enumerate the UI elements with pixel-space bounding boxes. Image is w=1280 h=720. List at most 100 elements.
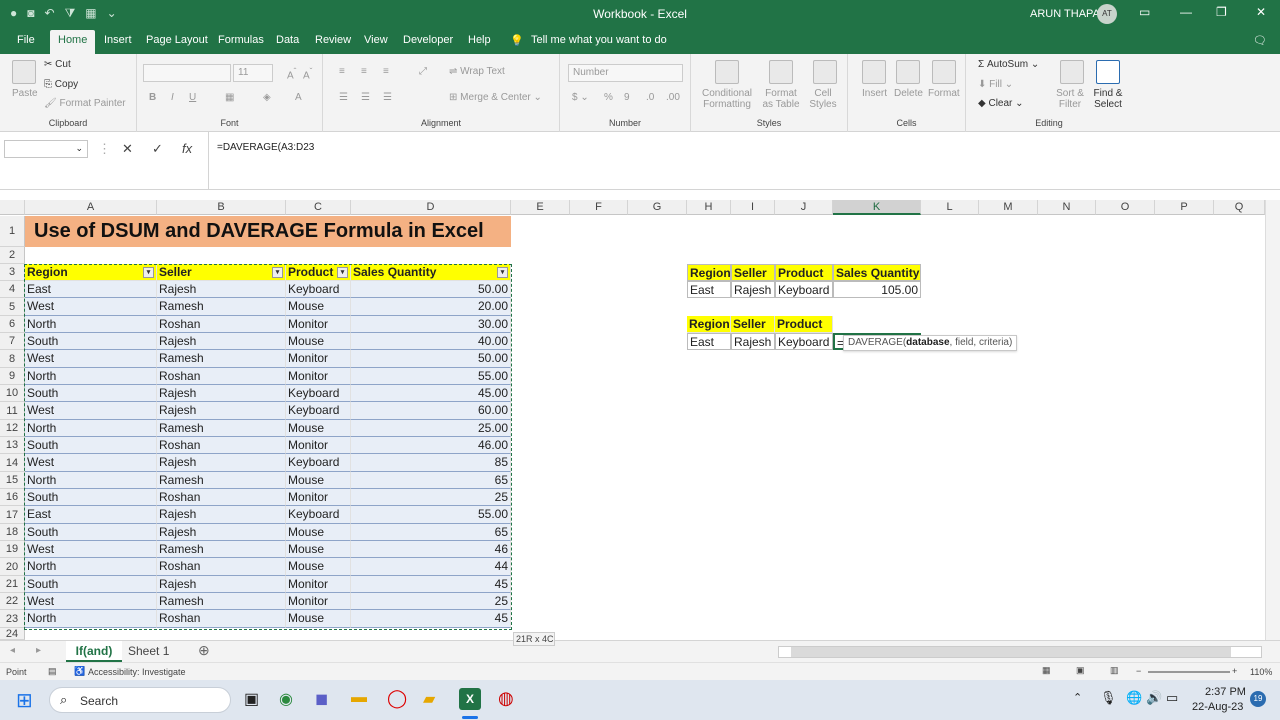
column-header-g[interactable]: G (628, 200, 687, 215)
notification-badge[interactable]: 19 (1250, 691, 1266, 707)
percent-icon[interactable]: % (604, 92, 613, 103)
delete-cells-button[interactable]: Delete (894, 88, 923, 99)
align-left-icon[interactable]: ☰ (339, 92, 348, 103)
name-box-dropdown-icon[interactable]: ⌄ (75, 143, 83, 154)
row-header-11[interactable]: 11 (0, 402, 25, 420)
next-sheet-icon[interactable]: ▸ (36, 645, 41, 656)
edge-icon[interactable]: ◉ (279, 689, 293, 709)
criteria2-value[interactable]: Keyboard (775, 333, 833, 350)
row-header-8[interactable]: 8 (0, 350, 25, 368)
find-select-icon[interactable] (1096, 60, 1120, 84)
sort-filter-icon[interactable] (1060, 60, 1084, 84)
column-header-i[interactable]: I (731, 200, 775, 215)
accessibility-status[interactable]: Accessibility: Investigate (88, 667, 186, 677)
opera-icon[interactable]: ◯ (387, 688, 407, 709)
formula-input[interactable]: =DAVERAGE(A3:D23 (208, 132, 1274, 190)
decrease-decimal-icon[interactable]: .00 (666, 92, 680, 103)
font-size-select[interactable]: 11 (233, 64, 273, 82)
criteria-header[interactable]: Product (775, 264, 833, 281)
row-header-17[interactable]: 17 (0, 506, 25, 524)
clock-time[interactable]: 2:37 PM (1205, 686, 1246, 698)
column-header-p[interactable]: P (1155, 200, 1214, 215)
cancel-icon[interactable]: ✕ (122, 141, 133, 157)
row-header-6[interactable]: 6 (0, 316, 25, 333)
conditional-formatting-button[interactable]: Conditional Formatting (699, 88, 755, 110)
copy-button[interactable]: ⎘ Copy (44, 79, 78, 90)
enter-icon[interactable]: ✓ (152, 141, 163, 157)
ribbon-display-icon[interactable]: ▭ (1139, 5, 1150, 19)
add-sheet-icon[interactable]: ⊕ (198, 642, 210, 659)
row-header-22[interactable]: 22 (0, 593, 25, 610)
fill-color-icon[interactable]: ◈ (263, 92, 271, 103)
font-color-icon[interactable]: A (295, 92, 302, 103)
decrease-font-icon[interactable]: Aˇ (303, 66, 312, 81)
row-header-20[interactable]: 20 (0, 558, 25, 576)
row-header-18[interactable]: 18 (0, 524, 25, 541)
tab-home[interactable]: Home (50, 30, 96, 54)
avatar[interactable]: AT (1097, 4, 1117, 24)
bottom-align-icon[interactable]: ≡ (383, 66, 389, 77)
tab-data[interactable]: Data (276, 34, 299, 46)
criteria-header[interactable]: Region (687, 264, 731, 281)
folder-icon[interactable]: ▰ (423, 689, 435, 709)
column-header-d[interactable]: D (351, 200, 511, 215)
font-name-select[interactable] (143, 64, 231, 82)
align-center-icon[interactable]: ☰ (361, 92, 370, 103)
taskbar-search[interactable]: ⌕ Search (49, 687, 231, 713)
sheet-title[interactable]: Use of DSUM and DAVERAGE Formula in Exce… (25, 216, 511, 247)
recorder-icon[interactable]: ◍ (498, 688, 514, 709)
normal-view-icon[interactable]: ▦ (1042, 665, 1051, 676)
fill-button[interactable]: ⬇ Fill ⌄ (978, 79, 1013, 90)
insert-cells-button[interactable]: Insert (862, 88, 887, 99)
horizontal-scrollbar[interactable] (778, 646, 1262, 658)
row-header-1[interactable]: 1 (0, 216, 25, 247)
scroll-thumb[interactable] (791, 647, 1231, 657)
column-header-n[interactable]: N (1038, 200, 1096, 215)
increase-decimal-icon[interactable]: .0 (646, 92, 654, 103)
column-header-h[interactable]: H (687, 200, 731, 215)
column-header-f[interactable]: F (570, 200, 628, 215)
criteria-value[interactable]: East (687, 281, 731, 298)
sheet-tab-if-and[interactable]: If(and) (66, 641, 122, 662)
row-header-14[interactable]: 14 (0, 454, 25, 472)
criteria-value[interactable]: Rajesh (731, 281, 775, 298)
tab-insert[interactable]: Insert (104, 34, 132, 46)
tab-view[interactable]: View (364, 34, 388, 46)
sheet-tab-sheet1[interactable]: Sheet 1 (128, 644, 169, 658)
vertical-scrollbar[interactable] (1265, 200, 1280, 640)
criteria2-header[interactable]: Product (775, 316, 833, 333)
row-header-19[interactable]: 19 (0, 541, 25, 558)
row-header-12[interactable]: 12 (0, 420, 25, 437)
orientation-icon[interactable]: ⤢ (419, 66, 427, 77)
row-header-10[interactable]: 10 (0, 385, 25, 402)
align-right-icon[interactable]: ☰ (383, 92, 392, 103)
format-painter-button[interactable]: 🖌 Format Painter (44, 98, 126, 109)
row-header-7[interactable]: 7 (0, 333, 25, 350)
cut-button[interactable]: ✂ Cut (44, 59, 71, 70)
format-cells-icon[interactable] (932, 60, 956, 84)
zoom-in-icon[interactable]: + (1232, 666, 1237, 676)
tab-help[interactable]: Help (468, 34, 491, 46)
autosum-button[interactable]: Σ AutoSum ⌄ (978, 59, 1039, 70)
excel-app-icon[interactable]: X (459, 688, 481, 710)
volume-icon[interactable]: 🔊 (1146, 690, 1162, 706)
tab-file[interactable]: File (17, 34, 35, 46)
cell-styles-icon[interactable] (813, 60, 837, 84)
row-header-3[interactable]: 3 (0, 264, 25, 281)
number-format-select[interactable]: Number (568, 64, 683, 82)
middle-align-icon[interactable]: ≡ (361, 66, 367, 77)
find-select-button[interactable]: Find & Select (1088, 88, 1128, 110)
underline-icon[interactable]: U (189, 92, 196, 103)
criteria2-value[interactable]: East (687, 333, 731, 350)
chat-icon[interactable]: ◼ (315, 689, 328, 709)
zoom-slider[interactable] (1148, 671, 1230, 673)
row-header-4[interactable]: 4 (0, 281, 25, 298)
format-cells-button[interactable]: Format (928, 88, 960, 99)
user-name[interactable]: ARUN THAPA (1030, 8, 1100, 20)
currency-icon[interactable]: $ ⌄ (572, 92, 589, 103)
criteria-header[interactable]: Sales Quantity (833, 264, 921, 281)
row-header-23[interactable]: 23 (0, 610, 25, 628)
paste-icon[interactable] (12, 60, 36, 84)
criteria-value[interactable]: Keyboard (775, 281, 833, 298)
comments-icon[interactable]: 🗨 (1253, 34, 1267, 47)
